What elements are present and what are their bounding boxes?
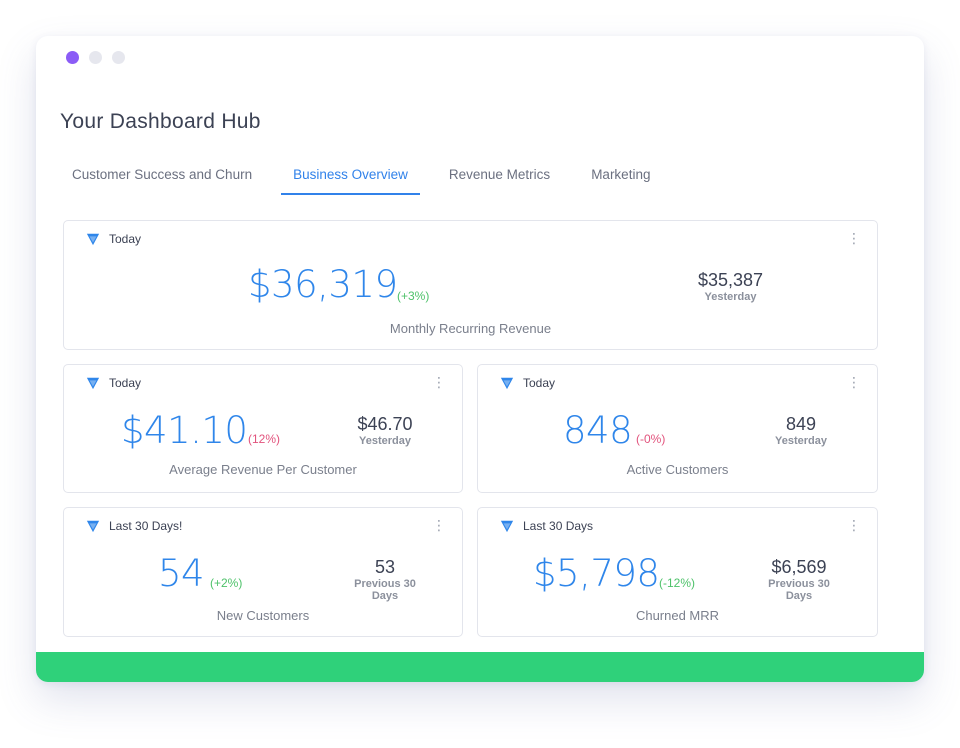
metric-name: Monthly Recurring Revenue bbox=[64, 321, 877, 336]
comparison: $35,387 Yesterday bbox=[662, 269, 799, 303]
card-header: Last 30 Days bbox=[500, 519, 593, 533]
metric-name: Churned MRR bbox=[478, 608, 877, 623]
card-period-label: Last 30 Days! bbox=[109, 519, 182, 533]
kebab-menu-icon[interactable]: ⋮ bbox=[847, 231, 861, 245]
metric-name: New Customers bbox=[64, 608, 462, 623]
dashboard-window: Your Dashboard Hub Customer Success and … bbox=[36, 36, 924, 682]
metric-value: $5,798 bbox=[533, 552, 659, 595]
metric-name: Average Revenue Per Customer bbox=[64, 462, 462, 477]
metric-value: $36,319 bbox=[248, 263, 398, 306]
comparison-value: 53 bbox=[340, 556, 430, 578]
metric-value: 848 bbox=[563, 409, 632, 452]
comparison: 53 Previous 30 Days bbox=[340, 556, 430, 602]
card-new-customers: Last 30 Days! ⋮ 54 (+2%) 53 Previous 30 … bbox=[63, 507, 463, 637]
comparison-value: $35,387 bbox=[662, 269, 799, 291]
comparison-label: Yesterday bbox=[662, 291, 799, 303]
metric-change: (+2%) bbox=[210, 576, 242, 590]
card-header: Today bbox=[500, 376, 555, 390]
metric-change: (12%) bbox=[248, 432, 280, 446]
card-header: Last 30 Days! bbox=[86, 519, 182, 533]
comparison-label: Previous 30 Days bbox=[757, 578, 841, 602]
kebab-menu-icon[interactable]: ⋮ bbox=[847, 518, 861, 532]
metric-value: 54 bbox=[158, 552, 204, 595]
comparison-value: $46.70 bbox=[322, 413, 448, 435]
funnel-logo-icon bbox=[500, 376, 514, 390]
comparison: $46.70 Yesterday bbox=[322, 413, 448, 447]
metric-change: (-12%) bbox=[659, 576, 695, 590]
metric-change: (+3%) bbox=[397, 289, 429, 303]
window-dot[interactable] bbox=[89, 51, 102, 64]
card-header: Today bbox=[86, 232, 141, 246]
bottom-status-bar bbox=[36, 652, 924, 682]
tab-marketing[interactable]: Marketing bbox=[579, 164, 662, 193]
tab-bar: Customer Success and Churn Business Over… bbox=[60, 164, 679, 194]
metric-name: Active Customers bbox=[478, 462, 877, 477]
comparison-label: Previous 30 Days bbox=[340, 578, 430, 602]
funnel-logo-icon bbox=[500, 519, 514, 533]
page-title: Your Dashboard Hub bbox=[60, 110, 261, 134]
comparison-label: Yesterday bbox=[733, 435, 869, 447]
card-average-revenue-per-customer: Today ⋮ $41.10 (12%) $46.70 Yesterday Av… bbox=[63, 364, 463, 493]
kebab-menu-icon[interactable]: ⋮ bbox=[847, 375, 861, 389]
comparison-value: $6,569 bbox=[757, 556, 841, 578]
comparison: 849 Yesterday bbox=[733, 413, 869, 447]
card-churned-mrr: Last 30 Days ⋮ $5,798 (-12%) $6,569 Prev… bbox=[477, 507, 878, 637]
tab-revenue-metrics[interactable]: Revenue Metrics bbox=[437, 164, 562, 193]
kebab-menu-icon[interactable]: ⋮ bbox=[432, 375, 446, 389]
card-period-label: Today bbox=[109, 376, 141, 390]
card-active-customers: Today ⋮ 848 (-0%) 849 Yesterday Active C… bbox=[477, 364, 878, 493]
comparison-value: 849 bbox=[733, 413, 869, 435]
funnel-logo-icon bbox=[86, 232, 100, 246]
card-period-label: Last 30 Days bbox=[523, 519, 593, 533]
window-controls bbox=[66, 51, 125, 64]
funnel-logo-icon bbox=[86, 519, 100, 533]
tab-business-overview[interactable]: Business Overview bbox=[281, 164, 420, 195]
comparison: $6,569 Previous 30 Days bbox=[757, 556, 841, 602]
card-monthly-recurring-revenue: Today ⋮ $36,319 (+3%) $35,387 Yesterday … bbox=[63, 220, 878, 350]
metric-value: $41.10 bbox=[121, 409, 247, 452]
card-period-label: Today bbox=[109, 232, 141, 246]
card-period-label: Today bbox=[523, 376, 555, 390]
tab-customer-success-and-churn[interactable]: Customer Success and Churn bbox=[60, 164, 264, 193]
window-dot[interactable] bbox=[112, 51, 125, 64]
metric-change: (-0%) bbox=[636, 432, 665, 446]
comparison-label: Yesterday bbox=[322, 435, 448, 447]
window-dot-active[interactable] bbox=[66, 51, 79, 64]
funnel-logo-icon bbox=[86, 376, 100, 390]
card-header: Today bbox=[86, 376, 141, 390]
kebab-menu-icon[interactable]: ⋮ bbox=[432, 518, 446, 532]
